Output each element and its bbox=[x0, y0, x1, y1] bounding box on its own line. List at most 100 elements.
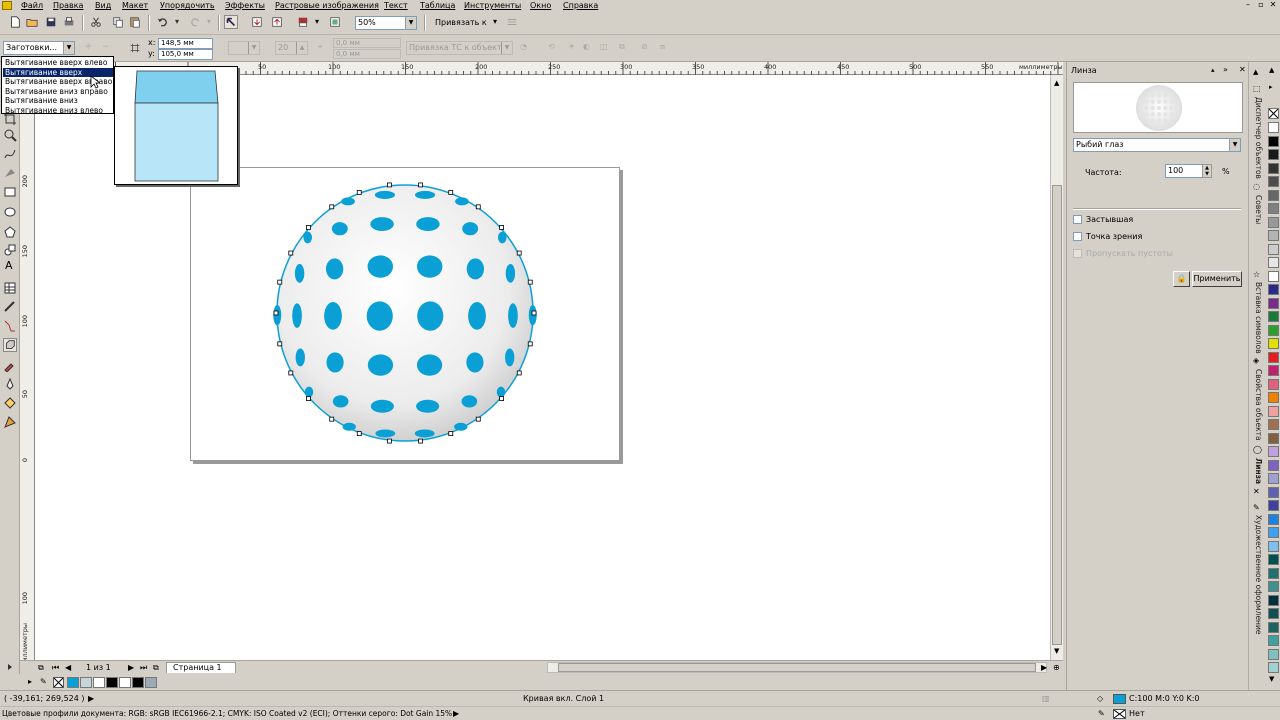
color-swatch[interactable] bbox=[1268, 513, 1279, 525]
color-swatch[interactable] bbox=[1268, 203, 1279, 214]
palette-scroll-down-icon[interactable]: ▼ bbox=[1269, 674, 1274, 684]
vertical-scroll-thumb[interactable] bbox=[1052, 185, 1062, 645]
color-swatch[interactable] bbox=[1268, 135, 1279, 147]
publish-pdf-icon[interactable] bbox=[296, 15, 310, 29]
node-handle[interactable] bbox=[277, 279, 283, 285]
menu-text[interactable]: Текст bbox=[384, 0, 408, 11]
node-handle[interactable] bbox=[531, 310, 537, 316]
color-swatch[interactable] bbox=[1268, 473, 1279, 484]
chevron-down-icon[interactable]: ▼ bbox=[1229, 139, 1240, 151]
chevron-down-icon[interactable]: ▼ bbox=[501, 42, 512, 54]
application-launcher-icon[interactable] bbox=[328, 15, 342, 29]
vertical-scrollbar[interactable]: ▲ ▼ bbox=[1050, 75, 1063, 660]
menu-file[interactable]: Файл bbox=[21, 0, 43, 11]
status-expand-icon[interactable]: ▶ bbox=[88, 694, 94, 704]
tab-artistic-media[interactable]: Художественное оформление bbox=[1251, 515, 1265, 634]
tab-insert-character[interactable]: Вставка символов bbox=[1251, 282, 1265, 354]
color-swatch[interactable] bbox=[1268, 297, 1279, 309]
rate-input[interactable]: 100 bbox=[1165, 164, 1203, 178]
color-swatch[interactable] bbox=[1268, 540, 1279, 552]
minimize-button[interactable]: – bbox=[1243, 0, 1253, 10]
lock-button[interactable]: 🔒 bbox=[1173, 271, 1190, 287]
palette-swatch[interactable] bbox=[80, 677, 92, 688]
node-handle[interactable] bbox=[288, 250, 294, 256]
connector-tool-icon[interactable] bbox=[3, 319, 17, 333]
color-swatch[interactable] bbox=[1268, 311, 1279, 322]
redo-dropdown-icon[interactable]: ▾ bbox=[207, 17, 211, 27]
palette-menu-icon[interactable]: ▸ bbox=[28, 677, 32, 687]
chevron-down-icon[interactable]: ▲ bbox=[296, 42, 307, 54]
node-handle[interactable] bbox=[527, 279, 533, 285]
node-handle[interactable] bbox=[499, 396, 504, 401]
color-swatch[interactable] bbox=[1268, 581, 1279, 592]
last-page-icon[interactable]: ⏭ bbox=[140, 663, 147, 673]
color-swatch[interactable] bbox=[1268, 365, 1279, 376]
color-swatch[interactable] bbox=[1268, 621, 1279, 633]
horizontal-scrollbar[interactable] bbox=[547, 662, 1047, 673]
print-icon[interactable] bbox=[62, 15, 76, 29]
clear-extrude-icon[interactable]: ⊘ bbox=[641, 42, 648, 52]
vp-y-input[interactable]: 0,0 мм bbox=[333, 49, 401, 59]
docker-close-icon[interactable]: ✕ bbox=[1239, 65, 1246, 75]
node-handle[interactable] bbox=[288, 370, 294, 376]
node-handle[interactable] bbox=[475, 416, 481, 422]
smart-fill-tool-icon[interactable] bbox=[3, 165, 17, 179]
color-swatch[interactable] bbox=[1268, 486, 1279, 498]
palette-swatch[interactable] bbox=[132, 677, 144, 688]
color-swatch[interactable] bbox=[1268, 351, 1279, 363]
color-swatch[interactable] bbox=[1268, 500, 1279, 511]
node-handle[interactable] bbox=[418, 182, 423, 188]
preset-option[interactable]: Вытягивание вниз влево bbox=[3, 106, 113, 116]
no-fill-swatch[interactable] bbox=[1268, 108, 1279, 119]
outline-pen-tool-icon[interactable] bbox=[3, 377, 17, 391]
node-handle[interactable] bbox=[475, 204, 481, 210]
status-details-icon[interactable]: ▥ bbox=[1042, 694, 1050, 704]
docker-minimize-icon[interactable]: ▴ bbox=[1211, 65, 1215, 75]
color-icon[interactable]: ◐ bbox=[583, 42, 590, 52]
remove-face-checkbox[interactable] bbox=[1073, 249, 1082, 258]
next-page-icon[interactable]: ▶ bbox=[128, 663, 134, 673]
color-profiles-text[interactable]: Цветовые профили документа: RGB: sRGB IE… bbox=[2, 709, 452, 719]
tab-object-properties[interactable]: Свойства объекта bbox=[1251, 369, 1265, 441]
profiles-expand-icon[interactable]: ▶ bbox=[453, 709, 459, 719]
sphere-circle[interactable] bbox=[276, 184, 534, 442]
table-tool-icon[interactable] bbox=[3, 281, 17, 295]
chevron-down-icon[interactable]: ▼ bbox=[63, 42, 74, 54]
restore-button[interactable]: ▫ bbox=[1256, 0, 1266, 10]
eyedropper-tool-icon[interactable] bbox=[3, 358, 17, 372]
new-document-icon[interactable] bbox=[8, 15, 22, 29]
chevron-down-icon[interactable]: ▼ bbox=[248, 42, 259, 54]
page-relative-icon[interactable]: ◔ bbox=[520, 42, 527, 52]
options-icon[interactable] bbox=[505, 15, 519, 29]
color-swatch[interactable] bbox=[1268, 594, 1279, 606]
export-icon[interactable] bbox=[270, 15, 284, 29]
menu-bitmaps[interactable]: Растровые изображения bbox=[275, 0, 379, 11]
node-handle[interactable] bbox=[273, 310, 279, 316]
color-swatch[interactable] bbox=[1268, 405, 1279, 417]
color-swatch[interactable] bbox=[1268, 243, 1279, 255]
color-swatch[interactable] bbox=[1268, 432, 1279, 444]
cut-icon[interactable] bbox=[89, 15, 103, 29]
menu-help[interactable]: Справка bbox=[563, 0, 598, 11]
add-preset-icon[interactable]: ✚ bbox=[85, 42, 92, 52]
toolbox-expand-icon[interactable] bbox=[3, 662, 17, 672]
palette-swatch[interactable] bbox=[106, 677, 118, 688]
copy-properties-icon[interactable]: ⧈ bbox=[660, 42, 665, 52]
palette-flyout-icon[interactable]: ▸ bbox=[1269, 82, 1273, 92]
publish-dropdown-icon[interactable]: ▾ bbox=[315, 17, 319, 27]
basic-shapes-tool-icon[interactable] bbox=[3, 243, 17, 257]
rectangle-tool-icon[interactable] bbox=[3, 185, 17, 199]
undo-dropdown-icon[interactable]: ▾ bbox=[175, 17, 179, 27]
presets-combo[interactable]: Заготовки... ▼ bbox=[3, 41, 75, 55]
node-handle[interactable] bbox=[306, 396, 311, 401]
node-handle[interactable] bbox=[499, 225, 504, 230]
dimension-tool-icon[interactable] bbox=[3, 300, 17, 314]
preset-option[interactable]: Вытягивание вниз bbox=[3, 96, 113, 106]
node-handle[interactable] bbox=[516, 370, 522, 376]
color-swatch[interactable] bbox=[1268, 257, 1279, 268]
rotation-icon[interactable]: ⟲ bbox=[548, 42, 555, 52]
zoom-tool-icon[interactable] bbox=[3, 128, 17, 142]
bevel-icon[interactable]: ◫ bbox=[600, 42, 608, 52]
palette-swatch[interactable] bbox=[93, 677, 105, 688]
color-swatch[interactable] bbox=[1268, 662, 1279, 673]
